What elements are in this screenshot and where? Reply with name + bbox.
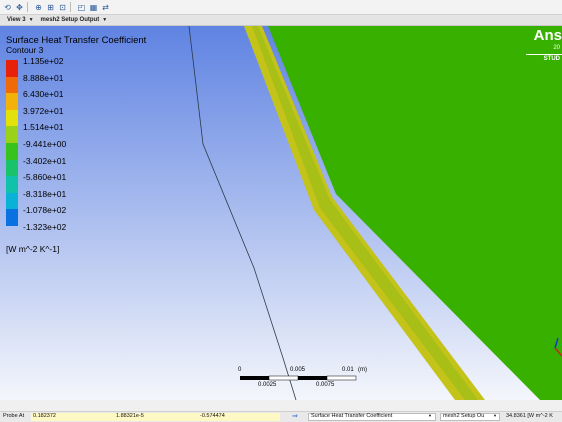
legend-value: -9.441e+00 [23, 139, 67, 149]
legend-color-band [6, 192, 18, 210]
chevron-down-icon: ▼ [428, 413, 432, 418]
view-selector[interactable]: View 3 ▼ [7, 17, 34, 23]
probe-z: -0.574474 [200, 413, 225, 419]
view-label: View 3 [7, 17, 26, 23]
zoom-fit-icon[interactable]: ⊡ [58, 3, 67, 12]
legend-color-band [6, 93, 18, 110]
probe-x: 0.182372 [33, 413, 56, 419]
setup-label: mesh2 Setup Output [40, 17, 100, 23]
setup-selector[interactable]: mesh2 Setup Output ▼ [41, 17, 108, 23]
probe-result: 34.8361 [W m^-2 K [506, 413, 553, 419]
scale-label-00075: 0.0075 [316, 382, 335, 388]
graphics-viewport[interactable]: Surface Heat Transfer Coefficient Contou… [0, 26, 562, 400]
rotate-icon[interactable]: ⟲ [3, 3, 12, 12]
probe-arrow-icon[interactable]: ⇒ [292, 412, 298, 420]
brand-edition: STUD [543, 56, 560, 62]
legend-color-band [6, 176, 18, 193]
legend-value: 8.888e+01 [23, 72, 64, 83]
scale-label-0: 0 [238, 367, 242, 373]
layout-icon[interactable]: ▦ [89, 3, 98, 12]
legend-value: -1.078e+02 [23, 205, 67, 216]
scale-label-0005: 0.005 [290, 367, 306, 373]
scale-unit: (m) [358, 367, 367, 373]
chevron-down-icon: ▼ [102, 17, 108, 23]
zoom-icon[interactable]: ⊕ [34, 3, 43, 12]
pan-icon[interactable]: ✥ [15, 3, 24, 12]
legend-value: 1.135e+02 [23, 56, 64, 66]
legend-value: -8.318e+01 [23, 188, 67, 199]
zoom-box-icon[interactable]: ⊞ [46, 3, 55, 12]
legend-color-band [6, 159, 18, 177]
legend-color-band [6, 109, 18, 127]
legend-value: -1.323e+02 [23, 222, 67, 232]
location-value: mesh2 Setup Ou [443, 413, 485, 419]
brand-year: 20 [553, 45, 560, 51]
scale-bar-black-2 [298, 376, 327, 380]
brand-logo: Ans 20 STUD [526, 28, 562, 63]
view-icon[interactable]: ◰ [77, 3, 86, 12]
scale-label-001: 0.01 [342, 367, 354, 373]
legend-value: 1.514e+01 [23, 122, 64, 133]
legend-value: 3.972e+01 [23, 105, 64, 116]
legend-color-band [6, 126, 18, 143]
main-toolbar: ⟲ ✥ ⊕ ⊞ ⊡ ◰ ▦ ⇄ [0, 0, 562, 15]
toolbar-separator [27, 2, 28, 12]
legend-color-band [6, 76, 18, 94]
legend-value: -3.402e+01 [23, 155, 67, 166]
legend-unit: [W m^-2 K^-1] [6, 244, 60, 254]
probe-y: 1.88321e-5 [116, 413, 144, 419]
brand-name: Ans [533, 27, 562, 44]
scale-bar-white-2 [326, 375, 357, 381]
probe-coordinates [31, 413, 280, 421]
legend-color-band [6, 209, 18, 226]
scale-bar-white-1 [268, 375, 299, 381]
toolbar-separator [70, 2, 71, 12]
sync-icon[interactable]: ⇄ [101, 3, 110, 12]
chevron-down-icon: ▼ [493, 413, 497, 418]
scene-canvas [0, 26, 562, 400]
chevron-down-icon: ▼ [28, 17, 34, 23]
status-bar: Probe At 0.182372 1.88321e-5 -0.574474 ⇒… [0, 411, 562, 422]
legend-color-band [6, 142, 18, 160]
legend-value: -5.860e+01 [23, 172, 67, 183]
scale-label-00025: 0.0025 [258, 382, 277, 388]
legend-subtitle: Contour 3 [6, 45, 44, 55]
view-bar: View 3 ▼ mesh2 Setup Output ▼ [0, 15, 562, 26]
color-legend: Surface Heat Transfer Coefficient Contou… [6, 36, 146, 254]
legend-value: 6.430e+01 [23, 89, 64, 100]
variable-value: Surface Heat Transfer Coefficient [311, 413, 393, 419]
legend-color-bar [6, 60, 18, 226]
probe-label: Probe At [3, 413, 25, 419]
legend-color-band [6, 60, 18, 77]
scale-bar-black-1 [240, 376, 269, 380]
